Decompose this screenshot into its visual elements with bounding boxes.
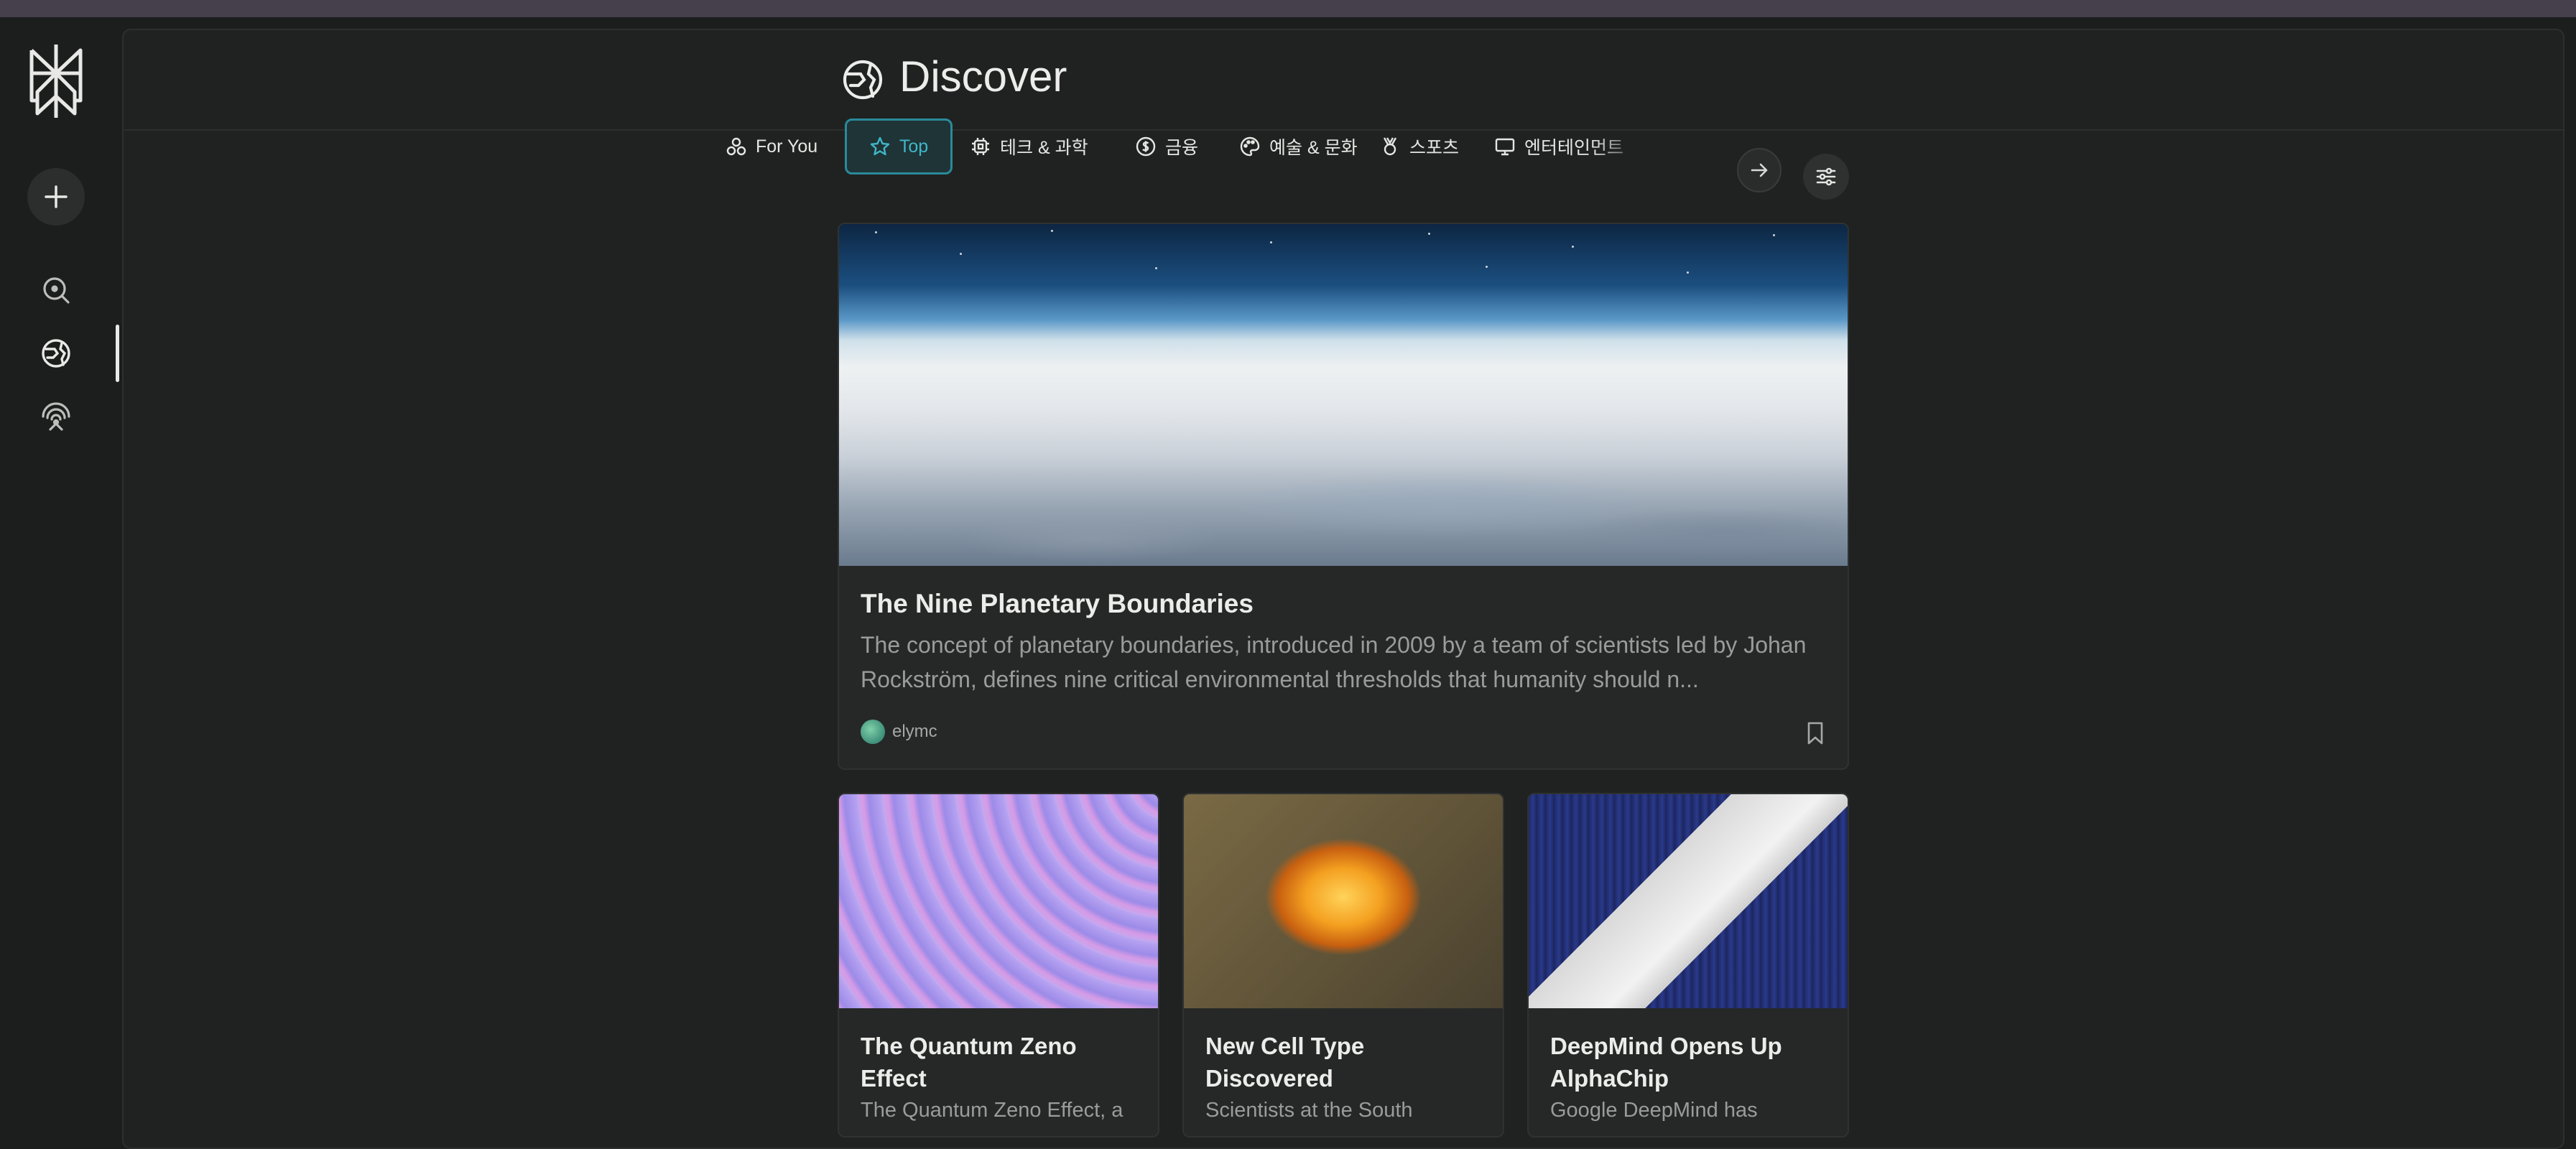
active-nav-indicator [116, 325, 119, 382]
article-title[interactable]: DeepMind Opens Up AlphaChip [1550, 1030, 1830, 1094]
article-title[interactable]: New Cell Type Discovered [1205, 1030, 1486, 1094]
arrow-right-icon [1751, 163, 1768, 177]
article-image [839, 794, 1158, 1008]
tab-label: 스포츠 [1409, 138, 1460, 158]
article-title[interactable]: The Quantum Zeno Effect [861, 1030, 1141, 1094]
tab-tech-science[interactable]: 테크 & 과학 [960, 118, 1114, 175]
featured-article-summary: The concept of planetary boundaries, int… [861, 632, 1807, 692]
tab-label: Top [899, 136, 929, 157]
users-icon [726, 137, 746, 156]
medal-icon [1383, 137, 1397, 156]
palette-icon [1240, 136, 1260, 157]
article-card[interactable]: New Cell Type Discovered Scientists at t… [1182, 793, 1504, 1138]
tab-entertainment[interactable]: 엔터테인먼트 [1484, 118, 1649, 175]
tab-for-you[interactable]: For You [715, 118, 839, 175]
tab-label: For You [756, 136, 818, 157]
featured-article-card[interactable]: The Nine Planetary Boundaries The concep… [838, 223, 1849, 770]
window-top-bar [0, 0, 2576, 17]
article-card[interactable]: The Quantum Zeno Effect The Quantum Zeno… [838, 793, 1159, 1138]
avatar [861, 720, 885, 744]
tab-arts-culture[interactable]: 예술 & 문화 [1229, 118, 1366, 175]
article-image [1529, 794, 1848, 1008]
article-summary: The Quantum Zeno Effect, a [861, 1099, 1123, 1122]
bookmark-icon[interactable] [1804, 721, 1826, 745]
tab-top[interactable]: Top [845, 118, 953, 175]
cpu-icon [972, 138, 989, 155]
author-name: elymc [892, 722, 937, 741]
search-icon [43, 277, 70, 304]
tab-sports[interactable]: 스포츠 [1369, 118, 1470, 175]
dollar-icon [1136, 136, 1156, 157]
tab-label: 예술 & 문화 [1269, 138, 1358, 158]
featured-article-image [839, 224, 1848, 566]
nav-search-button[interactable] [37, 271, 75, 309]
nav-spaces-button[interactable] [37, 398, 75, 435]
filter-settings-button[interactable] [1803, 154, 1849, 200]
sliders-icon [1816, 167, 1836, 186]
star-icon [870, 136, 890, 156]
monitor-icon [1495, 138, 1515, 156]
tab-label: 엔터테인먼트 [1524, 138, 1624, 158]
nav-discover-button[interactable] [37, 335, 75, 372]
category-tabs: For You Top 테크 & 과학 금융 예술 & 문화 스포츠 엔터테인먼… [715, 118, 1728, 177]
article-summary: Scientists at the South [1205, 1099, 1413, 1122]
globe-icon [42, 339, 70, 368]
tab-label: 금융 [1165, 138, 1199, 158]
featured-article-author[interactable]: elymc [861, 720, 937, 744]
perplexity-logo[interactable] [24, 39, 88, 124]
article-image [1184, 794, 1503, 1008]
tab-finance[interactable]: 금융 [1125, 118, 1215, 175]
sidebar [0, 17, 119, 1133]
article-summary: Google DeepMind has [1550, 1099, 1758, 1122]
page-title: Discover [899, 52, 1067, 101]
globe-icon [843, 60, 883, 100]
spaces-icon [42, 402, 70, 431]
featured-article-title[interactable]: The Nine Planetary Boundaries [861, 589, 1254, 619]
tabs-scroll-right-button[interactable] [1737, 148, 1782, 192]
article-card[interactable]: DeepMind Opens Up AlphaChip Google DeepM… [1527, 793, 1849, 1138]
plus-icon [45, 185, 68, 208]
tab-label: 테크 & 과학 [1000, 138, 1088, 158]
new-thread-button[interactable] [27, 168, 85, 225]
